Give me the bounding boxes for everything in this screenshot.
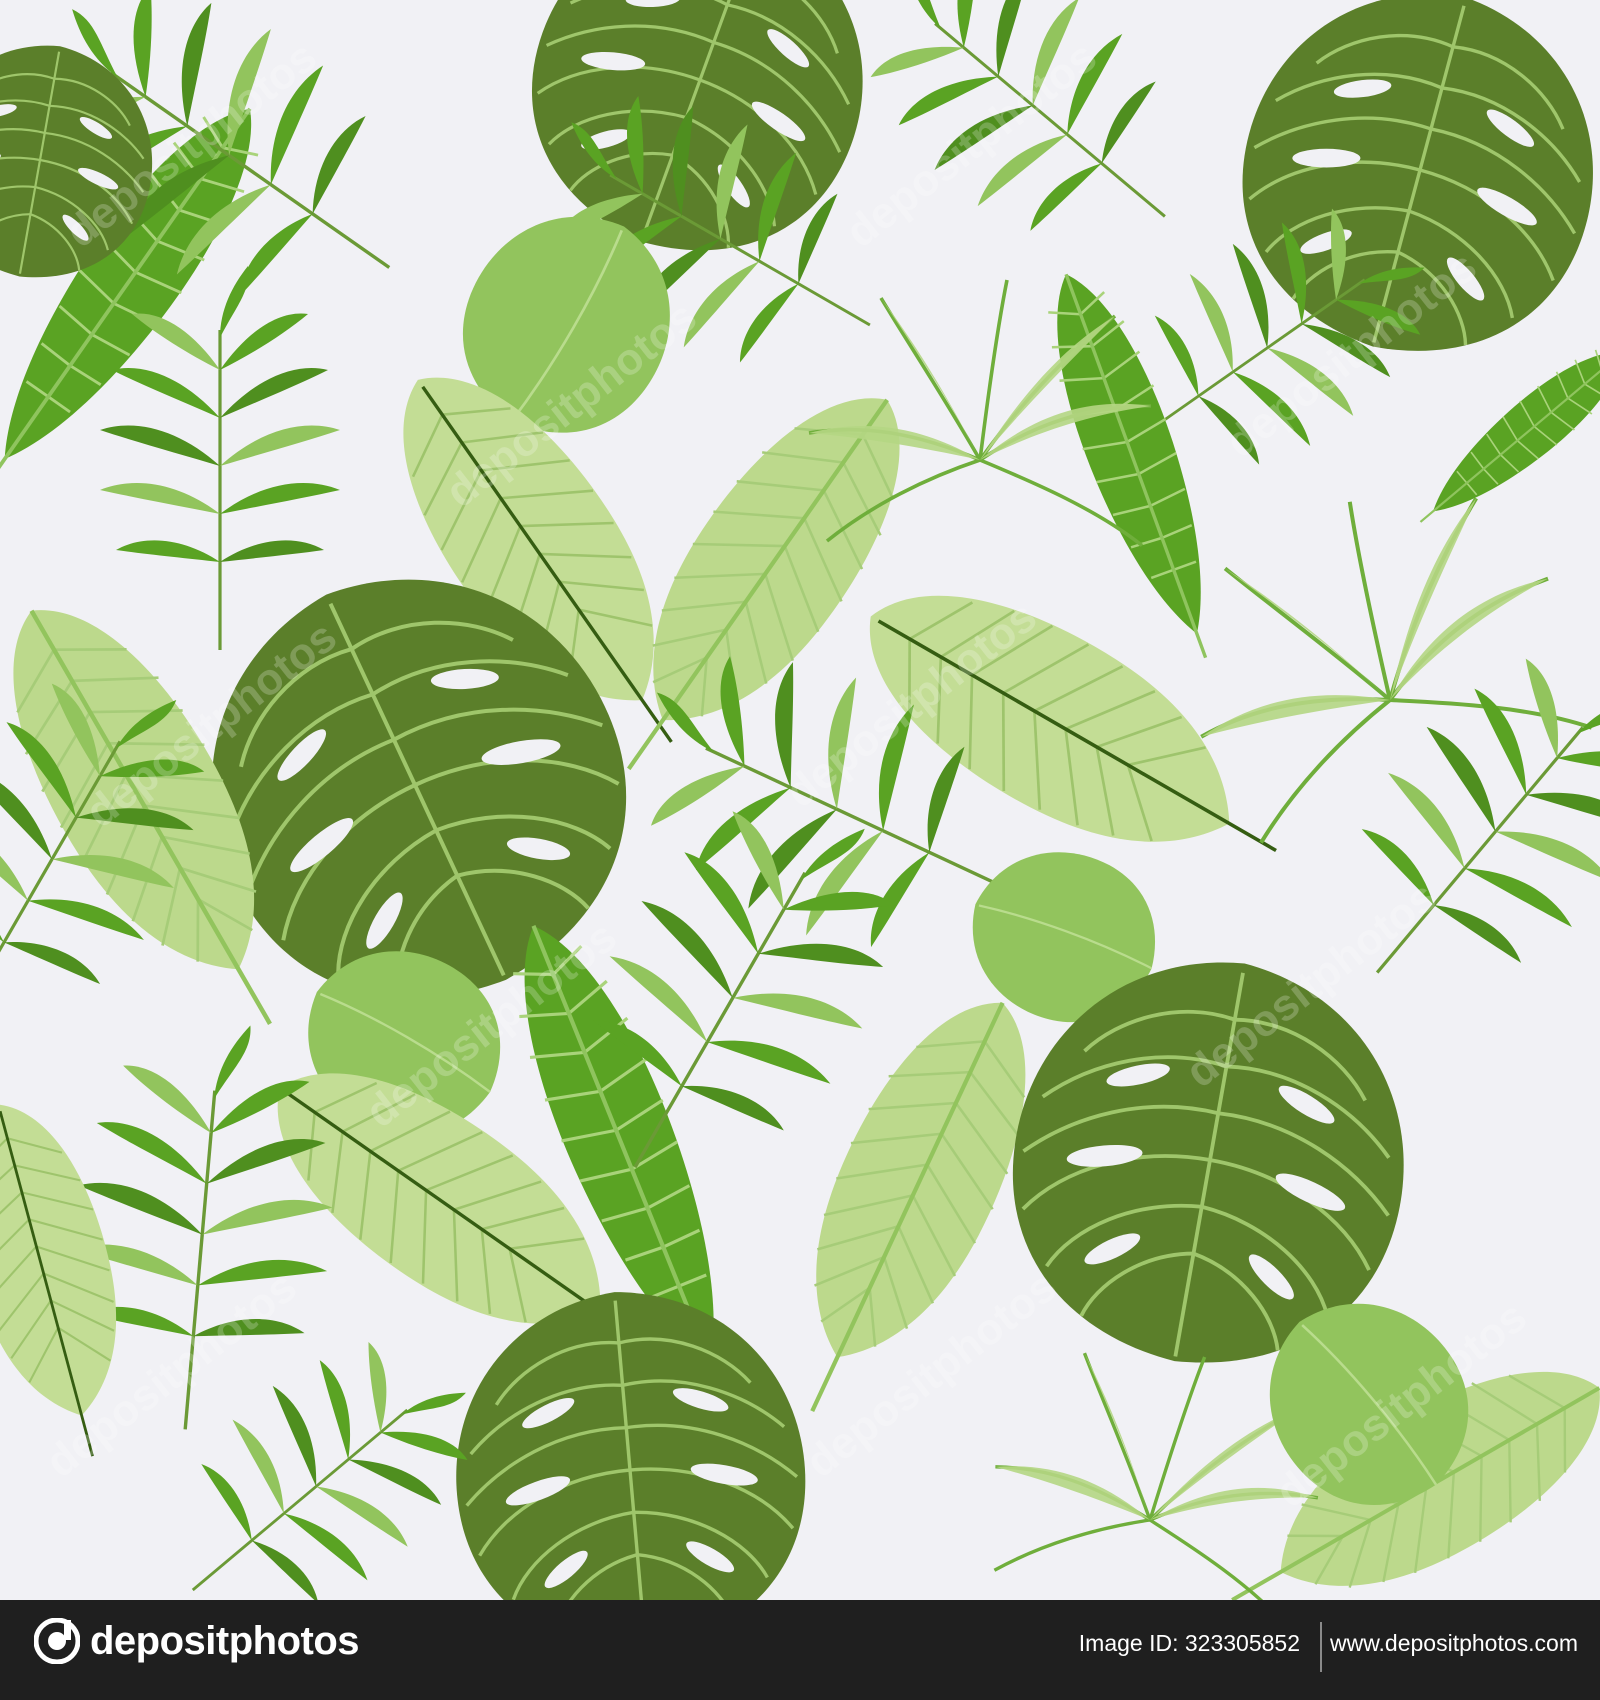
depositphotos-logo[interactable]: depositphotos	[34, 1618, 360, 1664]
pattern-image: depositphotos depositphotos depositphoto…	[0, 0, 1600, 1700]
depositphotos-logo-icon	[34, 1618, 80, 1664]
logo-wordmark: depositphotos	[90, 1618, 360, 1663]
tropical-leaf-pattern	[0, 0, 1600, 1600]
image-id-label: Image ID: 323305852	[1078, 1630, 1300, 1656]
footer-divider	[1320, 1622, 1322, 1672]
site-url-link[interactable]: www.depositphotos.com	[1330, 1630, 1578, 1657]
stock-footer-bar: depositphotos Image ID: 323305852 www.de…	[0, 1600, 1600, 1700]
